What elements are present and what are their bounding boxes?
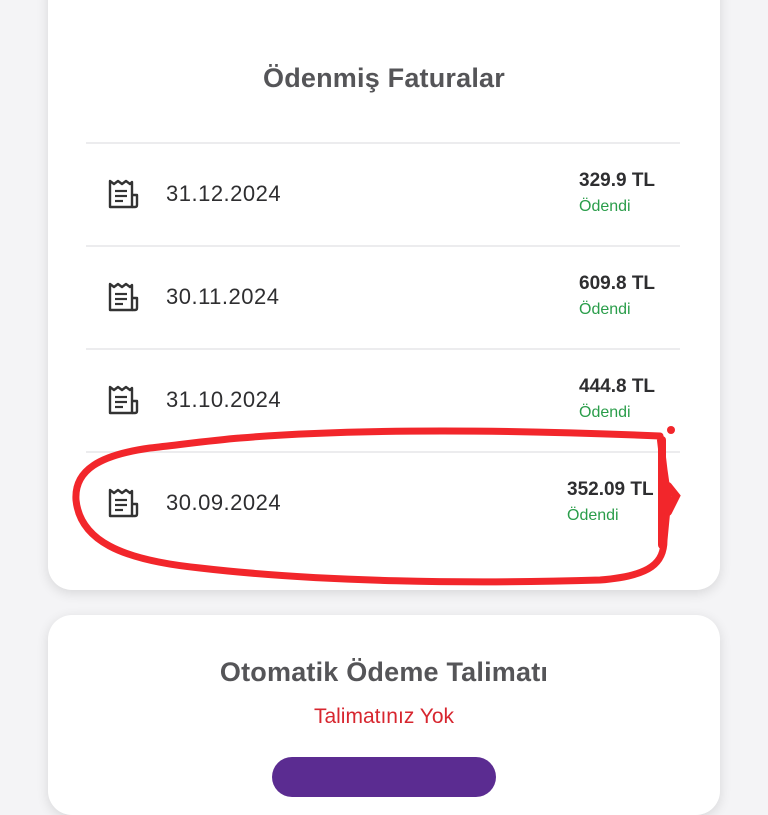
receipt-icon bbox=[108, 179, 139, 209]
receipt-icon bbox=[108, 488, 139, 518]
auto-payment-card: Otomatik Ödeme Talimatı Talimatınız Yok bbox=[48, 615, 720, 815]
invoice-row[interactable]: 30.11.2024 609.8 TL Ödendi bbox=[86, 245, 680, 348]
invoice-amount: 352.09 TL bbox=[567, 479, 654, 500]
invoice-date: 30.09.2024 bbox=[166, 490, 282, 515]
receipt-icon bbox=[108, 282, 139, 312]
invoice-amount: 609.8 TL bbox=[579, 273, 656, 294]
invoice-status: Ödendi bbox=[579, 301, 631, 318]
invoice-date: 30.11.2024 bbox=[166, 284, 280, 309]
auto-payment-title: Otomatik Ödeme Talimatı bbox=[219, 657, 549, 687]
invoice-status: Ödendi bbox=[567, 507, 619, 524]
invoice-row[interactable]: 31.12.2024 329.9 TL Ödendi bbox=[86, 142, 680, 245]
invoice-row[interactable]: 30.09.2024 352.09 TL Ödendi bbox=[86, 451, 680, 554]
invoice-status: Ödendi bbox=[579, 404, 631, 421]
receipt-icon bbox=[108, 385, 139, 415]
invoice-row[interactable]: 31.10.2024 444.8 TL Ödendi bbox=[86, 348, 680, 451]
invoice-date: 31.10.2024 bbox=[166, 387, 282, 412]
invoice-amount: 444.8 TL bbox=[579, 376, 656, 397]
invoice-date: 31.12.2024 bbox=[166, 181, 282, 206]
paid-invoices-title: Ödenmiş Faturalar bbox=[263, 63, 505, 93]
auto-payment-status: Talimatınız Yok bbox=[313, 705, 455, 728]
invoice-list: 31.12.2024 329.9 TL Ödendi 30.11.2024 60… bbox=[86, 142, 680, 554]
invoice-amount: 329.9 TL bbox=[579, 170, 656, 191]
invoice-status: Ödendi bbox=[579, 198, 631, 215]
paid-invoices-card: Ödenmiş Faturalar 31.12.2024 329.9 TL Öd… bbox=[48, 0, 720, 590]
auto-payment-button[interactable] bbox=[272, 757, 496, 797]
